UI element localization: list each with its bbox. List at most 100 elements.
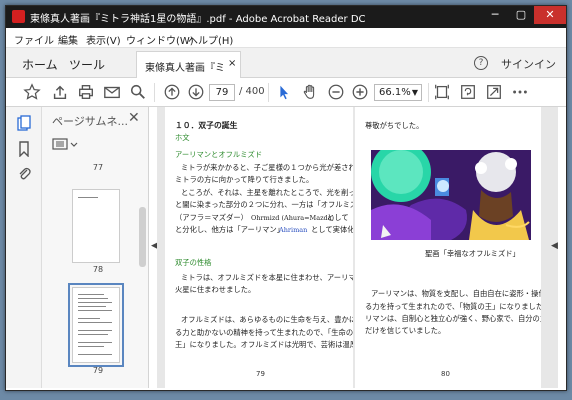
menu-view[interactable]: 表示(V) bbox=[86, 32, 121, 47]
next-page-icon[interactable] bbox=[186, 83, 206, 101]
english-name: Ahriman bbox=[279, 226, 308, 234]
thumbnail-text-line bbox=[78, 354, 112, 355]
page-number: 80 bbox=[441, 370, 450, 378]
body-line: ミトラが来かかると、子ご星様の１つから光が差され bbox=[181, 163, 353, 172]
acrobat-app-icon bbox=[12, 10, 25, 23]
menu-file[interactable]: ファイル bbox=[14, 32, 54, 47]
previous-page-icon[interactable] bbox=[162, 83, 182, 101]
page-thumbnails-panel: ページサムネ... ✕ 77 78 79 bbox=[42, 107, 149, 388]
zoom-level-value: 66.1% bbox=[379, 87, 411, 98]
email-icon[interactable] bbox=[102, 83, 122, 101]
zoom-level-select[interactable]: 66.1% ▼ bbox=[374, 84, 422, 101]
body-line: 王」になりました。オフルミズドは光明で、芸術は温厚で bbox=[175, 340, 353, 349]
page-number-input[interactable]: 79 bbox=[209, 84, 235, 101]
body-line: ミトラは、オフルミズドを本星に住まわせ、アーリマンを bbox=[181, 273, 353, 282]
page-80: 尊敬がちでした。 聖画「幸福なオフルミズド」 アーリマンは、物質を支配し、自由自… bbox=[355, 107, 541, 388]
thumbnail-text-line bbox=[78, 318, 100, 319]
thumbnail-options-button[interactable] bbox=[52, 137, 80, 151]
thumbnail-label: 77 bbox=[92, 163, 104, 172]
hand-tool-icon[interactable] bbox=[300, 83, 320, 101]
thumbnail-page-78[interactable] bbox=[72, 189, 120, 263]
search-icon[interactable] bbox=[128, 83, 148, 101]
illustration-caption: 聖画「幸福なオフルミズド」 bbox=[425, 249, 520, 258]
body-line: アーリマンは、物質を支配し、自由自在に姿形・操作す bbox=[371, 289, 541, 298]
maximize-button[interactable]: ▢ bbox=[508, 6, 534, 24]
rotate-icon[interactable] bbox=[458, 83, 478, 101]
zoom-out-icon[interactable] bbox=[326, 83, 346, 101]
page-79: １０．双子の誕生 ホ文 アーリマンとオフルミズド ミトラが来かかると、子ご星様の… bbox=[165, 107, 353, 388]
thumbnail-text-line bbox=[78, 342, 112, 343]
left-navigation-rail bbox=[6, 107, 42, 388]
body-line: リマンは、自制心と独立心が強く、野心家で、自分の力 bbox=[365, 314, 541, 323]
body-line: 尊敬がちでした。 bbox=[365, 121, 424, 130]
page-thumbnails-icon[interactable] bbox=[17, 115, 31, 131]
body-line: ところが、それは、主星を離れたところで、光を削った部分 bbox=[181, 188, 353, 197]
body-line: ミトラの方に向かって降りて行きました。 bbox=[175, 175, 314, 184]
print-icon[interactable] bbox=[76, 83, 96, 101]
subheading: 双子の性格 bbox=[175, 258, 212, 267]
document-tab-close-button[interactable]: × bbox=[228, 58, 236, 69]
section-heading: １０．双子の誕生 bbox=[175, 121, 238, 130]
thumbnail-label: 78 bbox=[92, 265, 104, 274]
panel-title: ページサムネ... bbox=[52, 115, 129, 128]
bookmark-star-icon[interactable] bbox=[22, 83, 42, 101]
fit-page-icon[interactable] bbox=[432, 83, 452, 101]
thumbnail-text-line bbox=[78, 302, 112, 303]
illustration-image bbox=[371, 150, 531, 240]
close-window-button[interactable]: ✕ bbox=[534, 6, 566, 24]
thumbnail-text-line bbox=[78, 294, 104, 295]
thumbnail-text-line bbox=[78, 322, 112, 323]
body-line: 火星に住まわせました。 bbox=[175, 285, 256, 294]
thumbnail-text-line bbox=[78, 330, 112, 331]
subheading: ホ文 bbox=[175, 133, 190, 142]
menu-help[interactable]: ヘルプ(H) bbox=[188, 32, 233, 47]
thumbnail-text-line bbox=[78, 346, 104, 347]
panel-scrollbar[interactable] bbox=[139, 207, 146, 267]
thumbnail-text-line bbox=[78, 306, 106, 307]
chevron-down-icon: ▼ bbox=[411, 88, 418, 97]
zoom-in-icon[interactable] bbox=[350, 83, 370, 101]
thumbnail-text-line bbox=[78, 197, 98, 198]
subheading: アーリマンとオフルミズド bbox=[175, 150, 263, 159]
thumbnail-label: 79 bbox=[92, 366, 104, 375]
app-window: 東條真人著画『ミトラ神話1星の物語』.pdf - Adobe Acrobat R… bbox=[5, 5, 567, 391]
toolbar-separator bbox=[154, 83, 155, 102]
body-line: る力と助かないの精神を持って生まれたので、「生命の bbox=[175, 328, 353, 337]
document-view[interactable]: １０．双子の誕生 ホ文 アーリマンとオフルミズド ミトラが来かかると、子ご星様の… bbox=[157, 107, 558, 388]
thumbnail-page-79[interactable] bbox=[68, 283, 124, 367]
attachments-icon[interactable] bbox=[17, 165, 31, 181]
help-icon[interactable]: ? bbox=[474, 56, 488, 70]
bookmarks-icon[interactable] bbox=[17, 141, 31, 158]
english-name: Ohrmizd (Ahura=Mazda) bbox=[251, 214, 335, 222]
body-line: と闇に染まった部分の２つに分れ、一方は「オフルミズド」 bbox=[175, 200, 353, 209]
document-tab-label: 東條真人著画『ミト... bbox=[145, 63, 223, 74]
panel-close-button[interactable]: ✕ bbox=[128, 110, 140, 126]
body-line: だけを信じていました。 bbox=[365, 326, 446, 335]
more-options-icon[interactable] bbox=[510, 83, 530, 101]
window-title: 東條真人著画『ミトラ神話1星の物語』.pdf - Adobe Acrobat R… bbox=[30, 14, 366, 25]
tab-tools[interactable]: ツール bbox=[69, 56, 105, 73]
thumbnail-text-line bbox=[78, 334, 108, 335]
menu-window[interactable]: ウィンドウ(W) bbox=[126, 32, 194, 47]
thumbnail-text-line bbox=[78, 298, 108, 299]
body-line: として実体化しました。 bbox=[311, 225, 353, 234]
body-line: と分化し、他方は「アーリマン」 bbox=[175, 225, 285, 234]
toolbar-separator bbox=[428, 83, 429, 102]
thumbnail-text-line bbox=[78, 310, 112, 311]
tab-document[interactable]: 東條真人著画『ミト... × bbox=[136, 51, 241, 78]
signin-button[interactable]: サインイン bbox=[501, 56, 556, 72]
full-screen-icon[interactable] bbox=[484, 83, 504, 101]
select-cursor-icon[interactable] bbox=[274, 83, 294, 101]
body-line: オフルミズドは、あらゆるものに生命を与え、豊かに富ませ bbox=[181, 315, 353, 324]
upload-icon[interactable] bbox=[50, 83, 70, 101]
menu-edit[interactable]: 編集 bbox=[58, 32, 78, 47]
body-line: として bbox=[327, 213, 349, 222]
minimize-button[interactable]: ─ bbox=[482, 6, 508, 24]
tab-bar: ホーム ツール 東條真人著画『ミト... × ? サインイン bbox=[6, 48, 566, 78]
body-line: （アフラ＝マズダー） bbox=[175, 213, 248, 222]
collapse-right-panel-icon[interactable]: ◀ bbox=[551, 241, 558, 251]
body-line: る力を持って生まれたので、「物質の王」になりました。アー bbox=[365, 302, 541, 311]
page-total: / 400 bbox=[239, 86, 265, 97]
tab-home[interactable]: ホーム bbox=[22, 56, 58, 73]
toolbar-separator bbox=[268, 83, 269, 102]
